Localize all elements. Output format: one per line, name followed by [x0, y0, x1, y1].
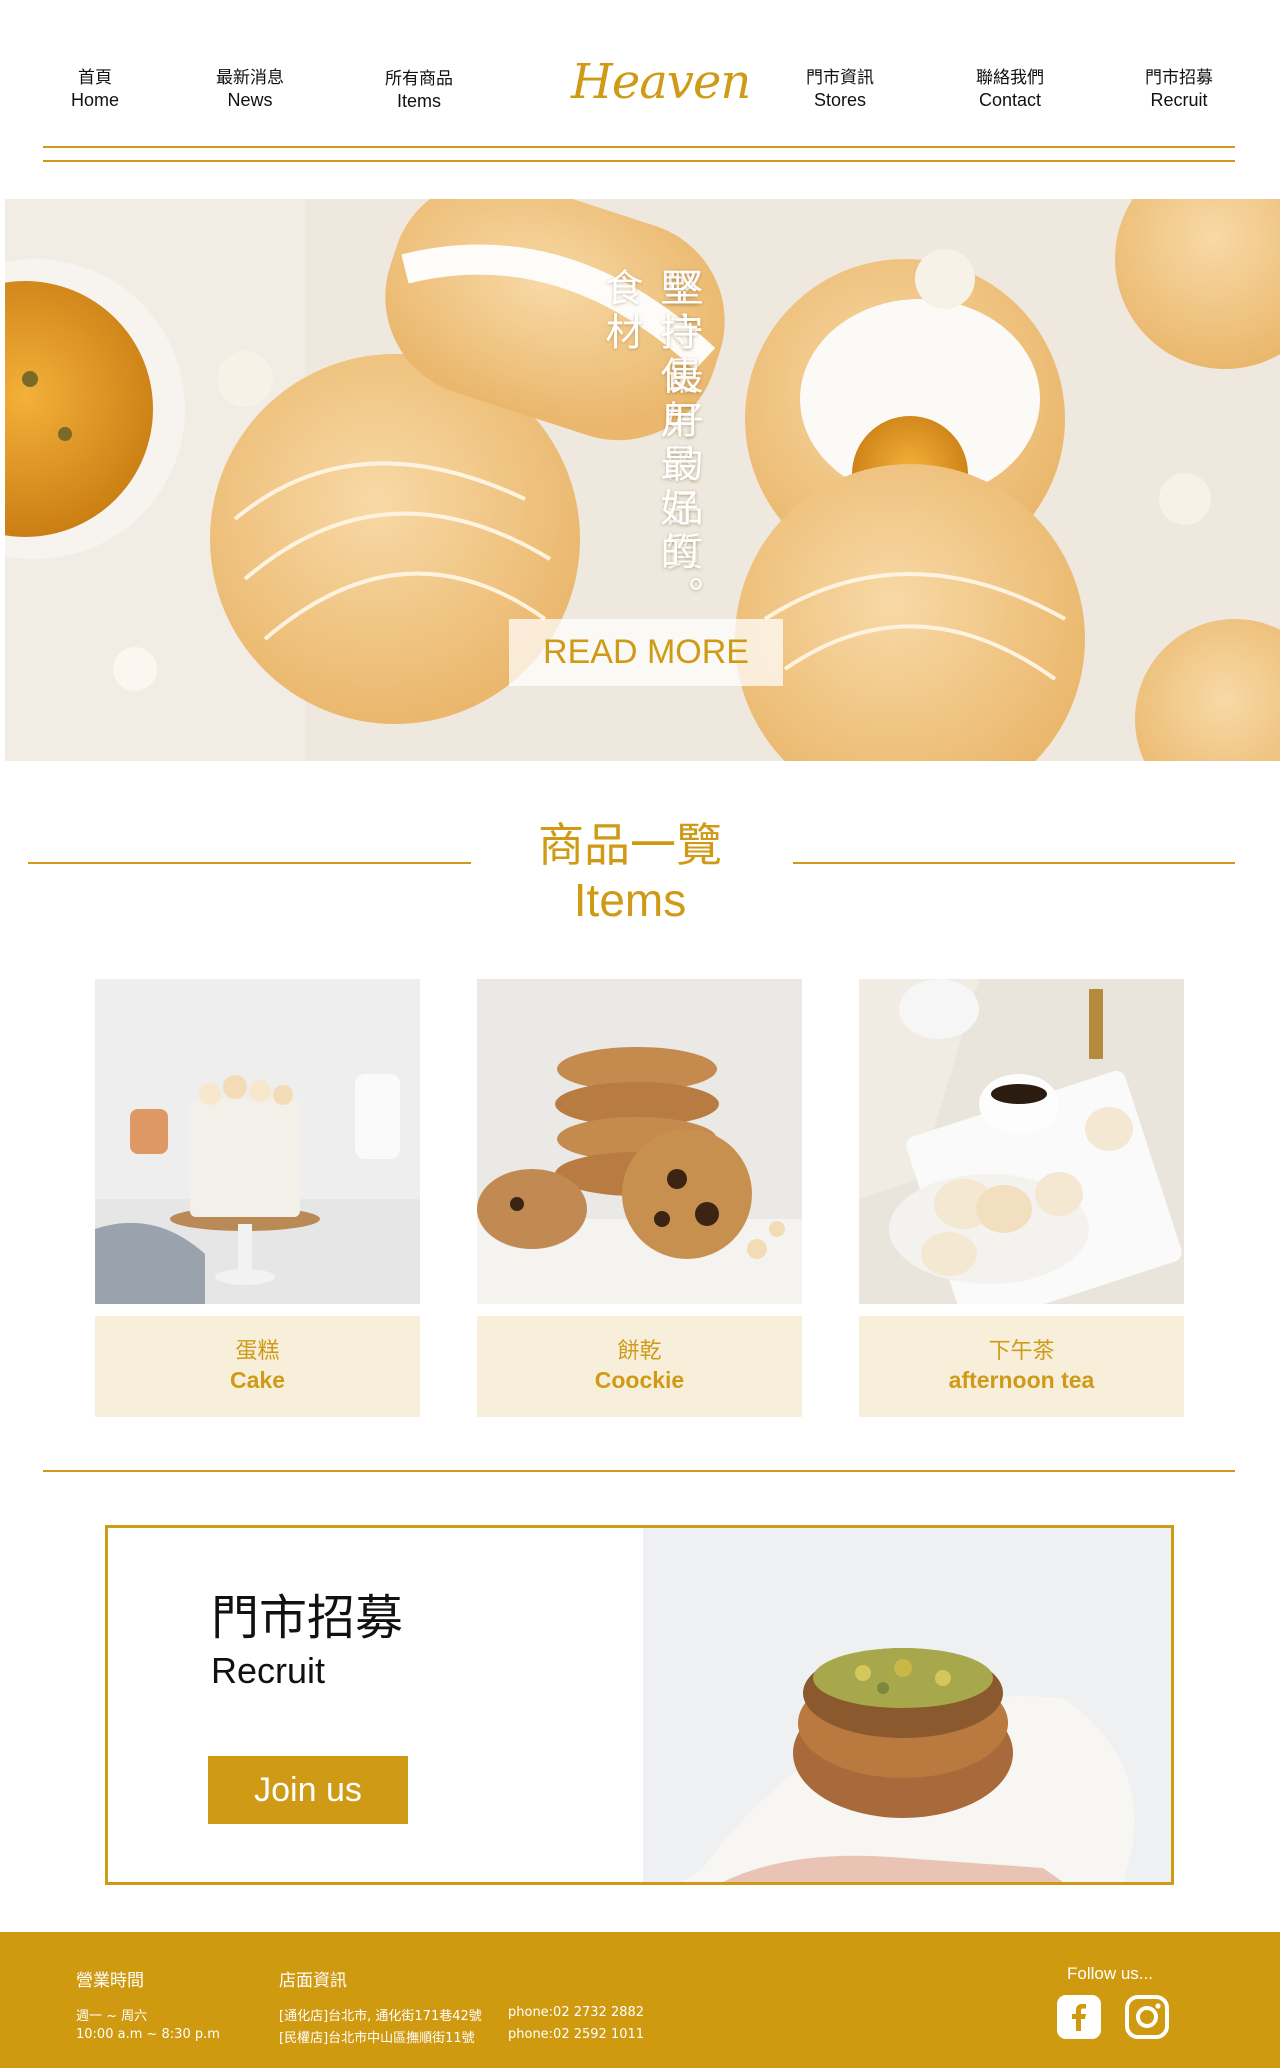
nav-label-en: Items	[396, 91, 441, 111]
nav-label-en: News	[227, 90, 273, 110]
recruit-title-en: Recruit	[211, 1650, 326, 1691]
product-name-zh: 蛋糕	[235, 1339, 280, 1364]
nav-label-en: Stores	[813, 90, 867, 110]
header-divider-top	[43, 146, 1235, 148]
store-phone-2: phone:02 2592 1011	[508, 2027, 645, 2042]
hours-title: 營業時間	[76, 1971, 144, 1991]
items-title-zh: 商品一覽	[538, 818, 722, 872]
recruit-title-zh: 門市招募	[211, 1590, 404, 1646]
hours-time: 10:00 a.m ~ 8:30 p.m	[76, 2027, 220, 2042]
join-us-button[interactable]: Join us	[208, 1756, 408, 1824]
product-name-en: Coockie	[594, 1367, 685, 1393]
stores-title: 店面資訊	[279, 1971, 347, 1991]
recruit-banner: 門市招募 Recruit Join us	[105, 1525, 1174, 1885]
cake-photo	[95, 979, 420, 1304]
nav-label-zh: 門市招募	[1145, 68, 1213, 88]
product-card-afternoon-tea[interactable]: 下午茶 afternoon tea	[859, 979, 1184, 1417]
follow-us-label: Follow us...	[1067, 1964, 1153, 1983]
instagram-icon[interactable]	[1124, 1994, 1170, 2040]
product-label: 餅乾 Coockie	[477, 1316, 802, 1417]
product-card-cookie[interactable]: 餅乾 Coockie	[477, 979, 802, 1417]
items-title-en: Items	[573, 874, 687, 926]
recruit-divider	[43, 1470, 1235, 1472]
cookie-photo	[477, 979, 802, 1304]
afternoon-tea-photo	[859, 979, 1184, 1304]
store-address-2: [民權店]台北市中山區撫順街11號	[279, 2031, 475, 2046]
brand-logo[interactable]: Heaven	[571, 54, 751, 110]
read-more-button[interactable]: READ MORE	[509, 619, 783, 686]
product-card-cake[interactable]: 蛋糕 Cake	[95, 979, 420, 1417]
nav-item-home[interactable]: 首頁 Home	[35, 67, 155, 111]
product-label: 蛋糕 Cake	[95, 1316, 420, 1417]
nav-label-zh: 聯絡我們	[976, 68, 1044, 88]
nav-item-recruit[interactable]: 門市招募 Recruit	[1119, 67, 1239, 111]
pastry-photo	[643, 1528, 1171, 1882]
store-phone-1: phone:02 2732 2882	[508, 2005, 645, 2020]
product-name-en: Cake	[230, 1367, 285, 1393]
header-divider-bottom	[43, 160, 1235, 162]
site-footer: 營業時間 週一 ~ 周六 10:00 a.m ~ 8:30 p.m 店面資訊 […	[0, 1932, 1280, 2068]
product-name-zh: 下午茶	[988, 1339, 1055, 1364]
nav-label-en: Contact	[978, 90, 1042, 110]
section-divider-right	[793, 862, 1235, 864]
product-name-zh: 餅乾	[617, 1339, 662, 1364]
nav-label-zh: 門市資訊	[806, 68, 874, 88]
store-address-1: [通化店]台北市, 通化街171巷42號	[279, 2009, 482, 2024]
nav-label-en: Home	[70, 90, 119, 110]
facebook-icon[interactable]	[1056, 1994, 1102, 2040]
nav-item-contact[interactable]: 聯絡我們 Contact	[950, 67, 1070, 111]
nav-item-stores[interactable]: 門市資訊 Stores	[780, 67, 900, 111]
section-divider-left	[28, 862, 471, 864]
nav-item-news[interactable]: 最新消息 News	[190, 67, 310, 111]
product-label: 下午茶 afternoon tea	[859, 1316, 1184, 1417]
product-name-en: afternoon tea	[948, 1367, 1095, 1393]
nav-label-zh: 首頁	[78, 68, 112, 88]
hours-days: 週一 ~ 周六	[76, 2009, 148, 2024]
nav-label-en: Recruit	[1150, 90, 1208, 110]
nav-label-zh: 最新消息	[216, 68, 284, 88]
nav-label-zh: 所有商品	[385, 69, 453, 89]
nav-item-items[interactable]: 所有商品 Items	[359, 68, 479, 112]
hero-slogan-line2: 堅持使用最好的食材	[599, 268, 698, 576]
items-section-title: 商品一覽 Items	[470, 817, 790, 927]
